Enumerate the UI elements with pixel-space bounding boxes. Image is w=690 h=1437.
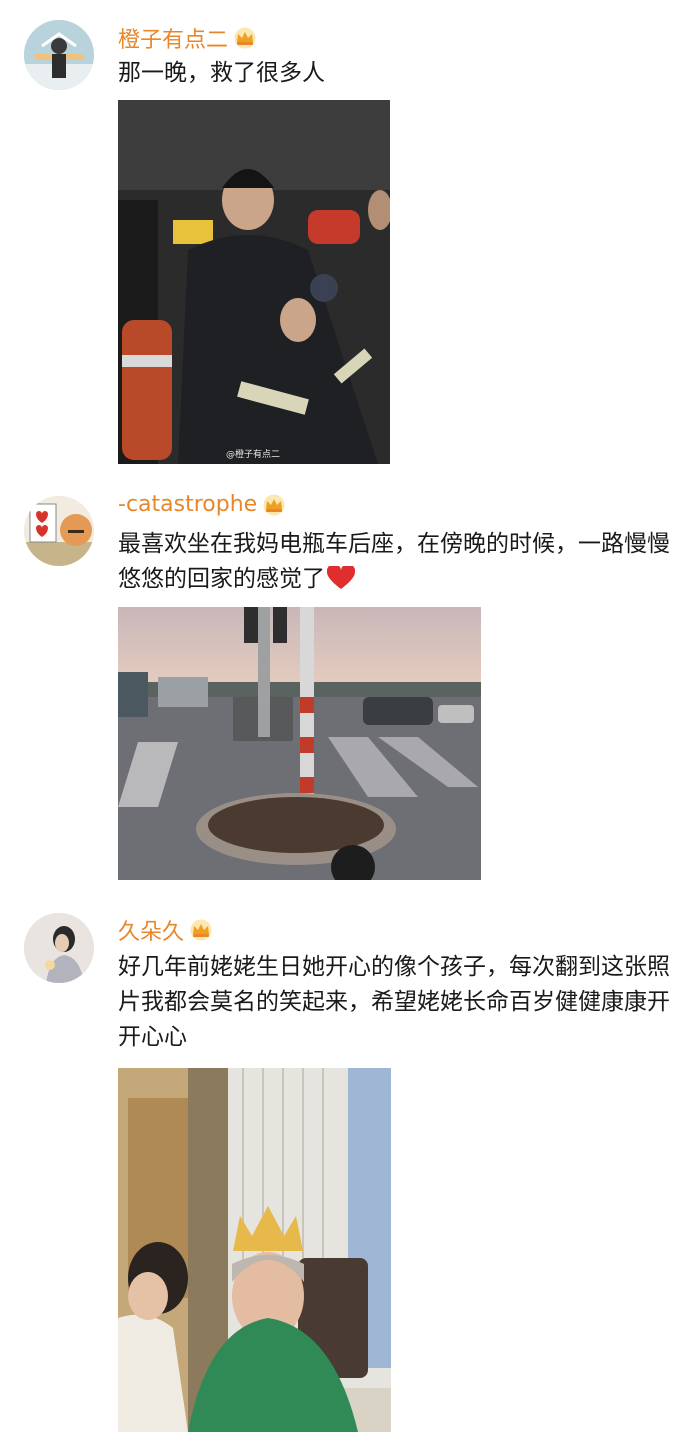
comment-text: 最喜欢坐在我妈电瓶车后座，在傍晚的时候，一路慢慢悠悠的回家的感觉了 — [118, 527, 674, 597]
username-text[interactable]: -catastrophe — [118, 492, 257, 517]
comment-photo[interactable] — [118, 1068, 391, 1432]
avatar-girl-icon — [24, 913, 94, 983]
avatar-cartoon-hearts-icon — [24, 496, 94, 566]
photo-watermark: @橙子有点二 — [225, 450, 280, 460]
username[interactable]: -catastrophe — [118, 492, 287, 517]
street-dusk-photo-icon — [118, 607, 481, 880]
crown-icon — [190, 919, 212, 941]
crown-icon — [234, 27, 256, 49]
username-text[interactable]: 橙子有点二 — [118, 22, 228, 54]
comment-text: 那一晚，救了很多人 — [118, 60, 325, 86]
comment-photo[interactable]: @橙子有点二 — [118, 100, 390, 464]
comment-photo[interactable] — [118, 607, 481, 880]
user-avatar[interactable] — [24, 496, 94, 566]
username[interactable]: 橙子有点二 — [118, 22, 258, 54]
comment-text-content: 最喜欢坐在我妈电瓶车后座，在傍晚的时候，一路慢慢悠悠的回家的感觉了 — [118, 531, 670, 592]
avatar-anime-figure-icon — [24, 20, 94, 90]
comment-text: 好几年前姥姥生日她开心的像个孩子，每次翻到这张照片我都会莫名的笑起来，希望姥姥长… — [118, 954, 670, 1050]
grandma-birthday-photo-icon — [118, 1068, 391, 1432]
username-text[interactable]: 久朵久 — [118, 914, 184, 946]
red-heart-icon — [327, 566, 355, 589]
firefighter-photo-icon — [118, 100, 390, 464]
user-avatar[interactable] — [24, 20, 94, 90]
user-avatar[interactable] — [24, 913, 94, 983]
crown-icon — [263, 494, 285, 515]
username[interactable]: 久朵久 — [118, 914, 214, 946]
